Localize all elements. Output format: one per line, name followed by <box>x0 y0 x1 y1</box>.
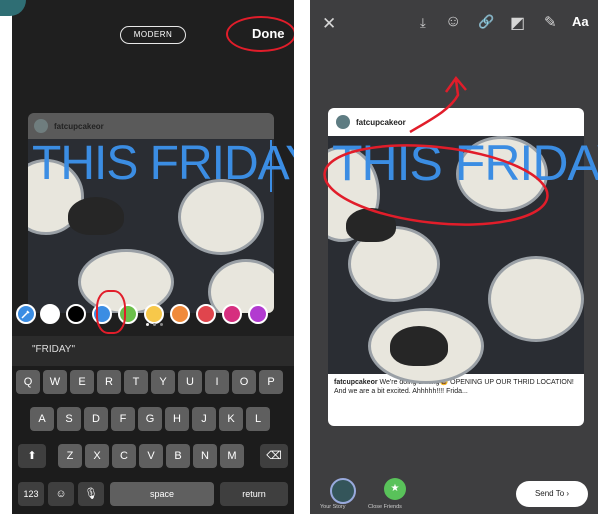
color-swatch[interactable] <box>92 304 112 324</box>
suggestion[interactable]: "FRIDAY" <box>32 344 75 355</box>
key-y[interactable]: Y <box>151 370 175 394</box>
key-s[interactable]: S <box>57 407 81 431</box>
color-swatch[interactable] <box>144 304 164 324</box>
send-to-button[interactable]: Send To › <box>516 481 588 507</box>
color-swatch[interactable] <box>222 304 242 324</box>
key-z[interactable]: Z <box>58 444 82 468</box>
annotation-drawing <box>323 75 549 226</box>
key-a[interactable]: A <box>30 407 54 431</box>
delete-key[interactable]: ⌫ <box>260 444 288 468</box>
key-e[interactable]: E <box>70 370 94 394</box>
story-editor-screen: MODERN Done fatcupcakeor THIS FRIDAY "FR… <box>12 0 294 514</box>
key-c[interactable]: C <box>112 444 136 468</box>
close-friends-label: Close Friends <box>368 504 402 510</box>
text-cursor <box>270 140 272 192</box>
text-style-button[interactable]: MODERN <box>120 26 186 44</box>
post-username: fatcupcakeor <box>54 121 104 131</box>
key-v[interactable]: V <box>139 444 163 468</box>
key-x[interactable]: X <box>85 444 109 468</box>
key-m[interactable]: M <box>220 444 244 468</box>
color-swatch[interactable] <box>196 304 216 324</box>
key-g[interactable]: G <box>138 407 162 431</box>
send-to-label: Send To <box>534 489 565 498</box>
done-button[interactable]: Done <box>252 26 285 41</box>
quicktype-bar: "FRIDAY" <box>12 336 294 366</box>
palette-page-dots <box>146 323 163 326</box>
color-swatch[interactable] <box>40 304 60 324</box>
your-story-label: Your Story <box>320 504 346 510</box>
space-key[interactable]: space <box>110 482 214 506</box>
keyboard: QWERTYUIOP ASDFGHJKL ZXCVBNM ⬆ ⌫ 123 ☺ 🎙 s… <box>12 366 294 514</box>
key-u[interactable]: U <box>178 370 202 394</box>
key-i[interactable]: I <box>205 370 229 394</box>
story-preview-screen: ✕ ⤓ ☺ 🔗 ◩ ✎ Aa fatcupcakeor fatcupcakeor… <box>310 0 598 514</box>
close-friends-star-icon[interactable]: ★ <box>384 478 406 500</box>
key-f[interactable]: F <box>111 407 135 431</box>
key-j[interactable]: J <box>192 407 216 431</box>
story-text[interactable]: THIS FRIDAY <box>32 136 294 191</box>
color-swatch[interactable] <box>118 304 138 324</box>
return-key[interactable]: return <box>220 482 288 506</box>
key-l[interactable]: L <box>246 407 270 431</box>
color-swatch[interactable] <box>248 304 268 324</box>
key-b[interactable]: B <box>166 444 190 468</box>
key-h[interactable]: H <box>165 407 189 431</box>
numbers-key[interactable]: 123 <box>18 482 44 506</box>
avatar <box>34 119 48 133</box>
your-story-button[interactable] <box>330 478 356 504</box>
key-w[interactable]: W <box>43 370 67 394</box>
key-o[interactable]: O <box>232 370 256 394</box>
key-k[interactable]: K <box>219 407 243 431</box>
key-p[interactable]: P <box>259 370 283 394</box>
color-swatch[interactable] <box>170 304 190 324</box>
shift-key[interactable]: ⬆ <box>18 444 46 468</box>
color-swatch[interactable] <box>66 304 86 324</box>
key-q[interactable]: Q <box>16 370 40 394</box>
eyedropper-icon[interactable] <box>16 304 36 324</box>
microphone-icon[interactable]: 🎙 <box>78 482 104 506</box>
emoji-key[interactable]: ☺ <box>48 482 74 506</box>
key-n[interactable]: N <box>193 444 217 468</box>
key-t[interactable]: T <box>124 370 148 394</box>
key-d[interactable]: D <box>84 407 108 431</box>
key-r[interactable]: R <box>97 370 121 394</box>
